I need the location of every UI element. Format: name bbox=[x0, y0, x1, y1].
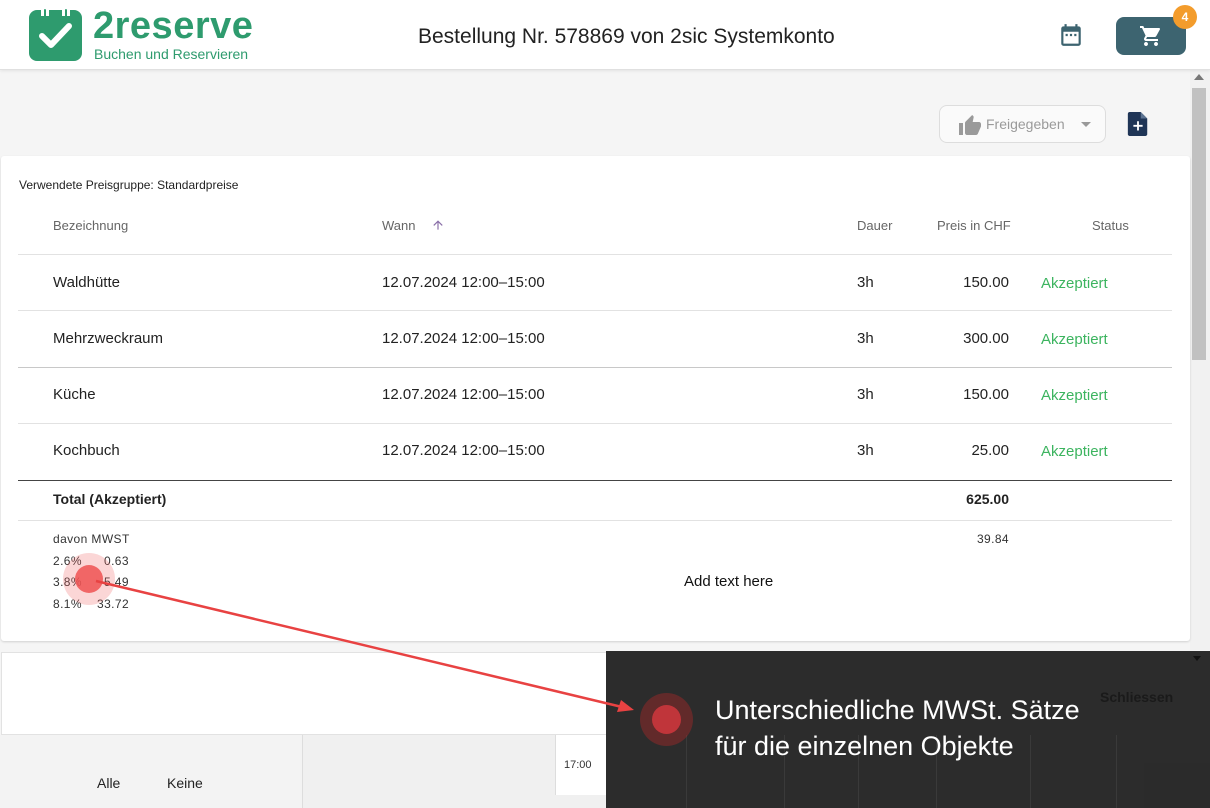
chevron-down-icon bbox=[1081, 122, 1091, 127]
total-value: 625.00 bbox=[966, 491, 1009, 507]
select-none-button[interactable]: Keine bbox=[167, 775, 203, 791]
divider bbox=[18, 310, 1172, 311]
row-name: Kochbuch bbox=[53, 442, 120, 459]
row-when: 12.07.2024 12:00–15:00 bbox=[382, 274, 545, 291]
row-duration: 3h bbox=[857, 442, 874, 459]
sort-ascending-icon[interactable] bbox=[431, 218, 445, 232]
row-price: 25.00 bbox=[971, 442, 1009, 459]
row-when: 12.07.2024 12:00–15:00 bbox=[382, 386, 545, 403]
row-when: 12.07.2024 12:00–15:00 bbox=[382, 330, 545, 347]
divider bbox=[18, 520, 1172, 521]
calendar-icon[interactable] bbox=[1058, 22, 1084, 48]
approval-status-label: Freigegeben bbox=[986, 116, 1065, 132]
divider bbox=[18, 423, 1172, 424]
row-duration: 3h bbox=[857, 274, 874, 291]
vat-label: davon MWST bbox=[53, 532, 130, 546]
column-header-status[interactable]: Status bbox=[1092, 218, 1129, 233]
column-header-when[interactable]: Wann bbox=[382, 218, 415, 233]
cart-icon bbox=[1140, 26, 1161, 46]
column-header-name[interactable]: Bezeichnung bbox=[53, 218, 128, 233]
add-document-icon[interactable] bbox=[1127, 112, 1149, 136]
total-label: Total (Akzeptiert) bbox=[53, 491, 167, 507]
price-group-label: Verwendete Preisgruppe: Standardpreise bbox=[19, 178, 239, 192]
row-name: Küche bbox=[53, 386, 96, 403]
row-price: 150.00 bbox=[963, 386, 1009, 403]
row-name: Waldhütte bbox=[53, 274, 120, 291]
row-name: Mehrzweckraum bbox=[53, 330, 164, 347]
caret-down-icon[interactable] bbox=[1193, 656, 1201, 661]
row-price: 300.00 bbox=[963, 330, 1009, 347]
row-duration: 3h bbox=[857, 386, 874, 403]
tooltip-marker-center bbox=[652, 705, 681, 734]
order-details-card bbox=[1, 156, 1190, 641]
row-when: 12.07.2024 12:00–15:00 bbox=[382, 442, 545, 459]
vat-total: 39.84 bbox=[976, 532, 1009, 546]
total-divider bbox=[18, 480, 1172, 481]
filter-panel bbox=[0, 735, 303, 808]
brand-name[interactable]: 2reserve bbox=[93, 5, 253, 48]
row-duration: 3h bbox=[857, 330, 874, 347]
divider bbox=[18, 367, 1172, 368]
divider bbox=[18, 254, 1172, 255]
status-badge: Akzeptiert bbox=[1041, 443, 1108, 460]
dialog-footer bbox=[1, 652, 606, 735]
column-header-duration[interactable]: Dauer bbox=[857, 218, 892, 233]
page-title: Bestellung Nr. 578869 von 2sic Systemkon… bbox=[418, 25, 835, 48]
app-header: 2reserve Buchen und Reservieren Bestellu… bbox=[0, 0, 1210, 70]
brand-tagline: Buchen und Reservieren bbox=[94, 46, 249, 62]
status-badge: Akzeptiert bbox=[1041, 275, 1108, 292]
calendar-check-logo-icon[interactable] bbox=[29, 6, 82, 61]
status-badge: Akzeptiert bbox=[1041, 331, 1108, 348]
thumbs-up-icon bbox=[959, 115, 981, 135]
click-indicator-icon bbox=[75, 565, 103, 593]
row-price: 150.00 bbox=[963, 274, 1009, 291]
tooltip-text: Unterschiedliche MWSt. Sätze für die ein… bbox=[715, 695, 1080, 761]
add-text-placeholder[interactable]: Add text here bbox=[684, 573, 773, 590]
time-slot-label: 17:00 bbox=[564, 759, 592, 771]
column-header-price[interactable]: Preis in CHF bbox=[937, 218, 1011, 233]
cart-count-badge: 4 bbox=[1173, 5, 1197, 29]
scroll-up-arrow-icon[interactable] bbox=[1194, 74, 1204, 80]
select-all-button[interactable]: Alle bbox=[97, 775, 120, 791]
scrollbar-thumb[interactable] bbox=[1192, 88, 1206, 360]
status-badge: Akzeptiert bbox=[1041, 387, 1108, 404]
